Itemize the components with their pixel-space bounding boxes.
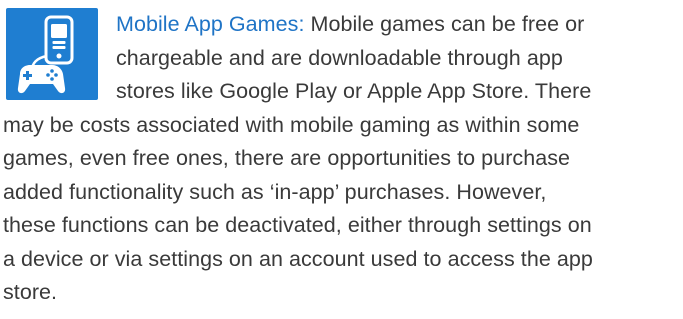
paragraph-line: games, even free ones, there are opportu… <box>3 146 571 170</box>
paragraph-line: may be costs associated with mobile gami… <box>3 113 580 137</box>
paragraph-line: chargeable and are downloadable through … <box>116 46 563 70</box>
paragraph-line: these functions can be deactivated, eith… <box>3 213 592 237</box>
mobile-game-controller-icon <box>6 8 98 100</box>
paragraph-line: stores like Google Play or Apple App Sto… <box>116 79 592 103</box>
paragraph-line: a device or via settings on an account u… <box>3 247 593 271</box>
paragraph-line: store. <box>3 280 58 304</box>
document-section: Mobile App Games: Mobile games can be fr… <box>0 0 683 319</box>
paragraph-line: added functionality such as ‘in-app’ pur… <box>3 180 547 204</box>
paragraph-line: Mobile App Games: Mobile games can be fr… <box>116 9 584 39</box>
paragraph-text: Mobile games can be free or <box>304 12 585 36</box>
section-heading: Mobile App Games: <box>116 12 305 36</box>
